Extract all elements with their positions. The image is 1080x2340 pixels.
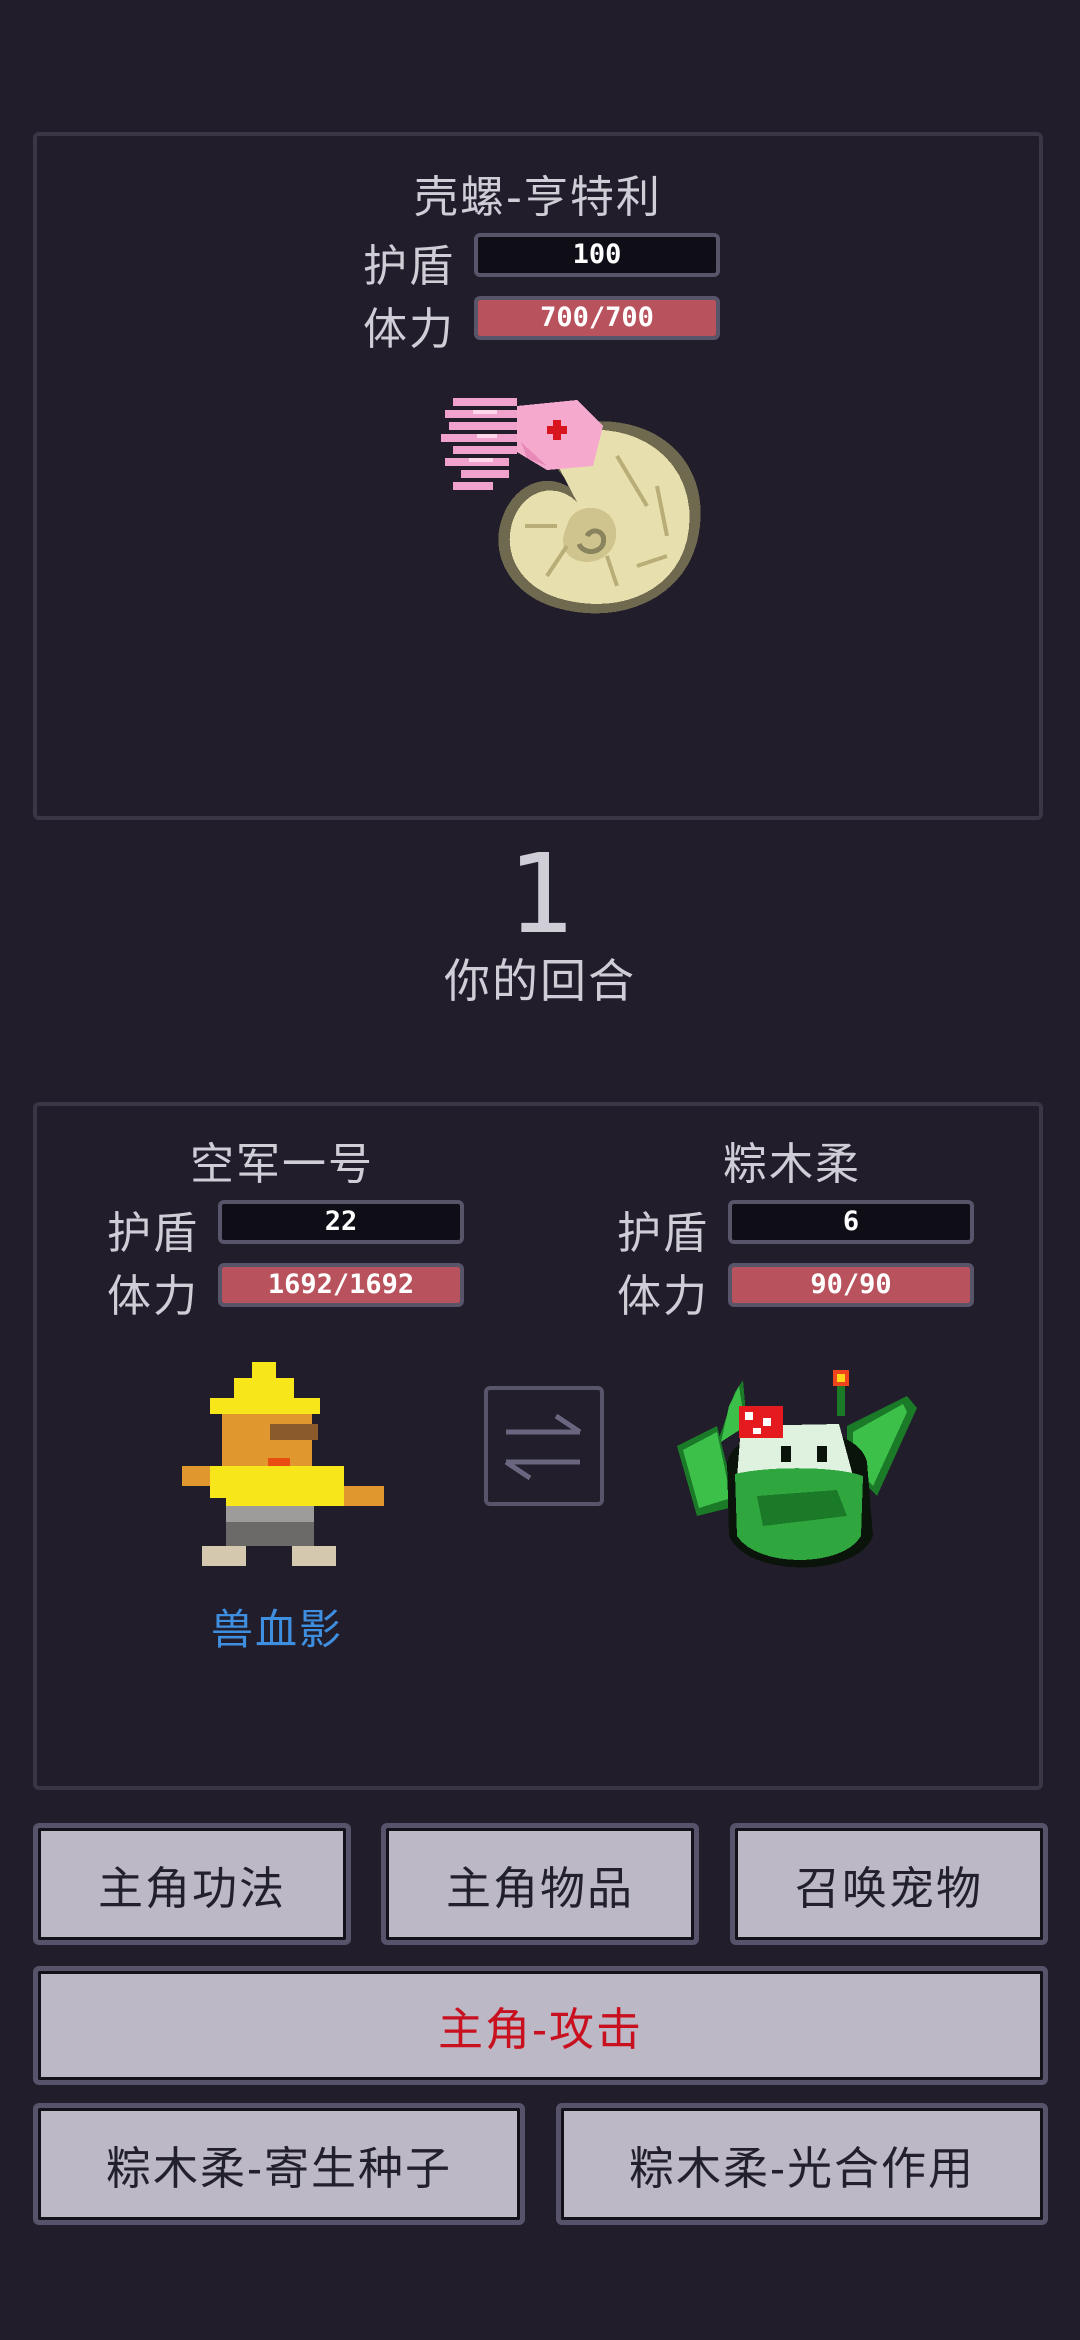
hero-shield-bar: 22 bbox=[218, 1200, 464, 1244]
enemy-name: 壳螺-亨特利 bbox=[414, 172, 662, 223]
enemy-hp-value: 700/700 bbox=[540, 302, 654, 333]
pet-hp-value: 90/90 bbox=[810, 1269, 892, 1300]
summon-button[interactable]: 召唤宠物 bbox=[730, 1823, 1048, 1945]
attack-button[interactable]: 主角-攻击 bbox=[33, 1966, 1048, 2085]
enemy-shield-label: 护盾 bbox=[363, 241, 455, 292]
pet-hp-bar: 90/90 bbox=[728, 1263, 974, 1307]
enemy-shield-bar: 100 bbox=[474, 233, 720, 277]
pet-skill-photosynthesis-button[interactable]: 粽木柔-光合作用 bbox=[556, 2103, 1048, 2225]
ammonite-sprite bbox=[441, 398, 701, 614]
skills-button[interactable]: 主角功法 bbox=[33, 1823, 351, 1945]
swap-button[interactable] bbox=[484, 1386, 604, 1506]
party-panel: 空军一号 护盾 22 体力 1692/1692 粽木柔 护盾 6 体力 90/9… bbox=[33, 1102, 1043, 1790]
hero-hp-label: 体力 bbox=[107, 1271, 199, 1322]
enemy-shield-value: 100 bbox=[572, 239, 622, 270]
hero-shield-value: 22 bbox=[324, 1206, 358, 1237]
turn-label: 你的回合 bbox=[444, 954, 636, 1008]
enemy-panel: 壳螺-亨特利 护盾 100 体力 700/700 bbox=[33, 132, 1043, 820]
pet-skill-parasitic-seed-button[interactable]: 粽木柔-寄生种子 bbox=[33, 2103, 525, 2225]
hero-sprite[interactable] bbox=[182, 1362, 392, 1572]
pet-name: 粽木柔 bbox=[723, 1139, 861, 1190]
hero-shield-label: 护盾 bbox=[107, 1208, 199, 1259]
pet-shield-bar: 6 bbox=[728, 1200, 974, 1244]
swap-icon bbox=[504, 1413, 582, 1481]
pet-shield-label: 护盾 bbox=[617, 1208, 709, 1259]
pet-shield-value: 6 bbox=[842, 1206, 860, 1237]
items-button[interactable]: 主角物品 bbox=[381, 1823, 699, 1945]
hero-hp-value: 1692/1692 bbox=[267, 1269, 415, 1300]
turn-number: 1 bbox=[506, 830, 574, 958]
enemy-hp-label: 体力 bbox=[363, 304, 455, 355]
hero-name: 空军一号 bbox=[190, 1139, 374, 1190]
hero-pet-name[interactable]: 兽血影 bbox=[147, 1596, 407, 1657]
hero-hp-bar: 1692/1692 bbox=[218, 1263, 464, 1307]
enemy-hp-bar: 700/700 bbox=[474, 296, 720, 340]
pet-sprite[interactable] bbox=[677, 1366, 927, 1586]
pet-hp-label: 体力 bbox=[617, 1271, 709, 1322]
